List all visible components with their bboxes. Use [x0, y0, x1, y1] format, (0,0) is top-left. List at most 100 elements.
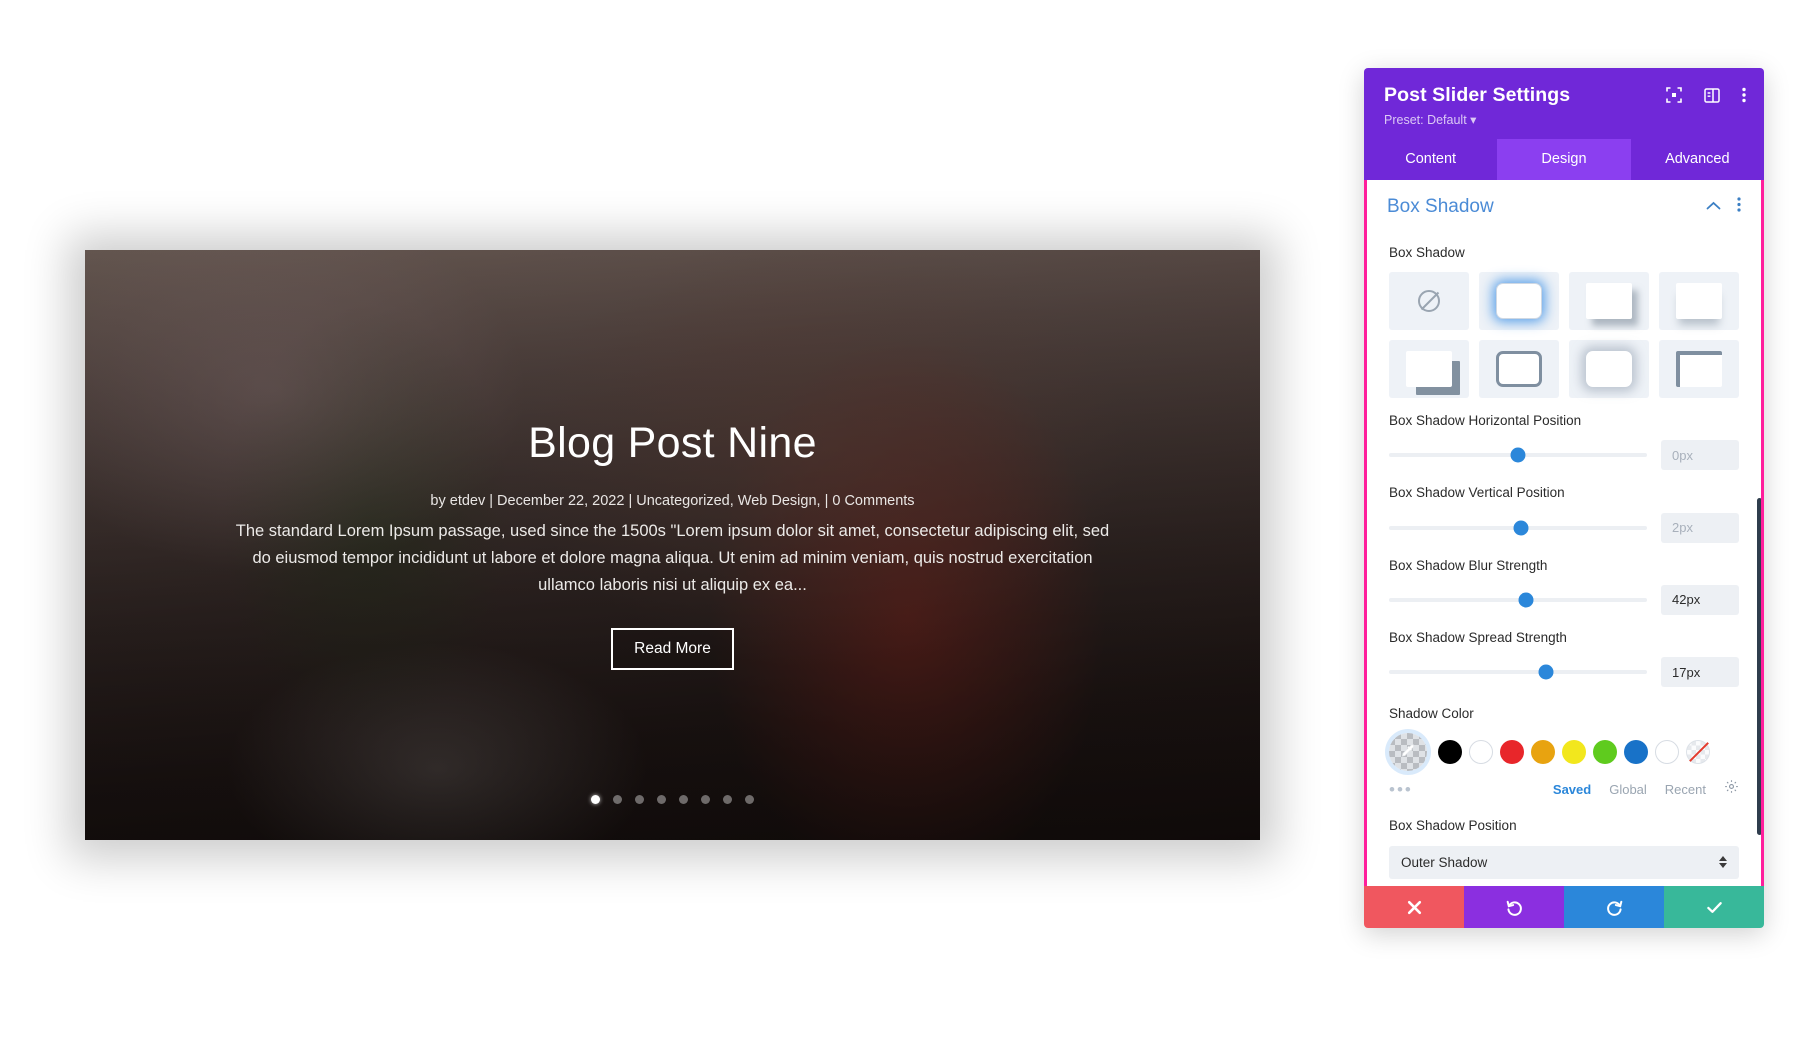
color-swatch-blue[interactable]	[1624, 740, 1648, 765]
preset-selector[interactable]: Preset: Default ▾	[1384, 112, 1744, 127]
spinner-arrows-icon	[1719, 856, 1727, 869]
color-source-links[interactable]: Saved Global Recent	[1553, 779, 1739, 799]
box-shadow-grid-label: Box Shadow	[1389, 245, 1465, 260]
panel-header-icons	[1666, 87, 1746, 103]
screen: Blog Post Nine by etdev | December 22, 2…	[0, 0, 1800, 1063]
slider-knob[interactable]	[1518, 592, 1534, 608]
undo-icon	[1506, 900, 1522, 916]
value-input[interactable]: 42px	[1661, 584, 1739, 615]
color-swatch-red[interactable]	[1500, 740, 1524, 765]
section-title: Box Shadow	[1387, 196, 1494, 217]
color-source-row: ••• Saved Global Recent	[1389, 779, 1739, 799]
field-group-1: Box Shadow Vertical Position 2px	[1389, 484, 1739, 543]
box-shadow-preset-grid[interactable]	[1389, 272, 1739, 399]
value-input[interactable]: 2px	[1661, 512, 1739, 543]
slider-pagination[interactable]	[85, 795, 1260, 804]
layout-panel-icon[interactable]	[1704, 87, 1720, 103]
slider-dot-8[interactable]	[745, 795, 754, 804]
slider-knob[interactable]	[1538, 664, 1554, 680]
box-shadow-position-label: Box Shadow Position	[1389, 818, 1517, 834]
color-link-global[interactable]: Global	[1609, 782, 1647, 797]
cancel-button[interactable]	[1364, 886, 1464, 928]
tab-advanced[interactable]: Advanced	[1631, 139, 1764, 180]
more-colors-button[interactable]: •••	[1389, 781, 1413, 798]
color-swatch-yellow[interactable]	[1562, 740, 1586, 765]
color-swatch-green[interactable]	[1593, 740, 1617, 765]
field-group-2: Box Shadow Blur Strength 42px	[1389, 557, 1739, 615]
slider-dot-4[interactable]	[657, 795, 666, 804]
kebab-menu-icon[interactable]	[1742, 87, 1746, 103]
eyedropper-icon[interactable]	[1389, 733, 1427, 772]
field-label: Box Shadow Vertical Position	[1389, 485, 1565, 501]
redo-icon	[1606, 900, 1622, 916]
post-slider-preview[interactable]: Blog Post Nine by etdev | December 22, 2…	[85, 250, 1260, 840]
redo-button[interactable]	[1564, 886, 1664, 928]
value-input[interactable]: 17px	[1661, 657, 1739, 688]
slider-dot-3[interactable]	[635, 795, 644, 804]
slider-row: 42px	[1389, 584, 1739, 615]
slider-dot-7[interactable]	[723, 795, 732, 804]
color-swatch-white2[interactable]	[1655, 740, 1679, 765]
field-label: Box Shadow Blur Strength	[1389, 557, 1548, 573]
box-shadow-position-select[interactable]: Outer Shadow	[1389, 845, 1739, 879]
preset-blur-all[interactable]	[1569, 340, 1649, 399]
read-more-button[interactable]: Read More	[611, 628, 734, 671]
panel-header: Post Slider Settings Preset: Default ▾	[1364, 68, 1764, 139]
slider-track[interactable]	[1389, 447, 1647, 463]
section-header-icons	[1706, 197, 1741, 217]
preset-outline[interactable]	[1479, 340, 1559, 399]
value-input[interactable]: 0px	[1661, 440, 1739, 471]
panel-footer	[1364, 886, 1764, 928]
preset-label: Preset: Default	[1384, 113, 1467, 127]
color-swatch-white[interactable]	[1469, 740, 1493, 765]
color-link-recent[interactable]: Recent	[1665, 782, 1706, 797]
slide-content: Blog Post Nine by etdev | December 22, 2…	[85, 250, 1260, 840]
panel-tabs[interactable]: Content Design Advanced	[1364, 139, 1764, 180]
panel-scrollbar[interactable]	[1757, 498, 1761, 835]
preset-none[interactable]	[1389, 272, 1469, 331]
undo-button[interactable]	[1464, 886, 1564, 928]
slider-row: 0px	[1389, 440, 1739, 471]
color-link-saved[interactable]: Saved	[1553, 782, 1591, 797]
slider-dot-6[interactable]	[701, 795, 710, 804]
tab-content[interactable]: Content	[1364, 139, 1497, 180]
close-icon	[1407, 900, 1421, 914]
kebab-menu-icon[interactable]	[1737, 197, 1741, 217]
no-shadow-icon	[1418, 290, 1440, 313]
preset-hard-offset[interactable]	[1389, 340, 1469, 399]
box-shadow-section-header: Box Shadow	[1367, 180, 1761, 224]
preset-glow[interactable]	[1479, 272, 1559, 331]
preset-bottom-soft[interactable]	[1659, 272, 1739, 331]
slider-dot-5[interactable]	[679, 795, 688, 804]
slider-row: 17px	[1389, 657, 1739, 688]
post-excerpt: The standard Lorem Ipsum passage, used s…	[235, 522, 1110, 594]
shadow-color-swatches[interactable]	[1389, 733, 1739, 772]
box-shadow-numeric-fields: Box Shadow Horizontal Position 0px Box Sha…	[1389, 412, 1739, 688]
chevron-down-icon: ▾	[1470, 113, 1477, 127]
slider-track[interactable]	[1389, 592, 1647, 608]
preset-offset-soft[interactable]	[1569, 272, 1649, 331]
color-swatch-black[interactable]	[1438, 740, 1462, 765]
focus-target-icon[interactable]	[1666, 87, 1682, 103]
slider-dot-1[interactable]	[591, 795, 600, 804]
post-slider-settings-panel: Post Slider Settings Preset: Default ▾ C…	[1364, 68, 1764, 928]
field-group-3: Box Shadow Spread Strength 17px	[1389, 629, 1739, 688]
save-button[interactable]	[1664, 886, 1764, 928]
box-shadow-position-value: Outer Shadow	[1401, 854, 1488, 870]
box-shadow-controls: Box Shadow Box Shadow Horizontal Positio…	[1367, 224, 1761, 879]
check-icon	[1706, 901, 1722, 913]
slider-track[interactable]	[1389, 664, 1647, 680]
slider-row: 2px	[1389, 512, 1739, 543]
color-swatch-transparent[interactable]	[1686, 740, 1710, 765]
slider-knob[interactable]	[1513, 520, 1529, 536]
preset-corner-top-left[interactable]	[1659, 340, 1739, 399]
tab-design[interactable]: Design	[1497, 139, 1631, 180]
slider-dot-2[interactable]	[613, 795, 622, 804]
color-swatch-orange[interactable]	[1531, 740, 1555, 765]
gear-icon[interactable]	[1724, 779, 1739, 799]
slider-knob[interactable]	[1510, 447, 1526, 463]
field-label: Box Shadow Spread Strength	[1389, 629, 1567, 645]
panel-body: Box Shadow Box Shadow Box Shadow Horizon…	[1364, 180, 1764, 886]
slider-track[interactable]	[1389, 520, 1647, 536]
chevron-up-icon[interactable]	[1706, 198, 1721, 216]
